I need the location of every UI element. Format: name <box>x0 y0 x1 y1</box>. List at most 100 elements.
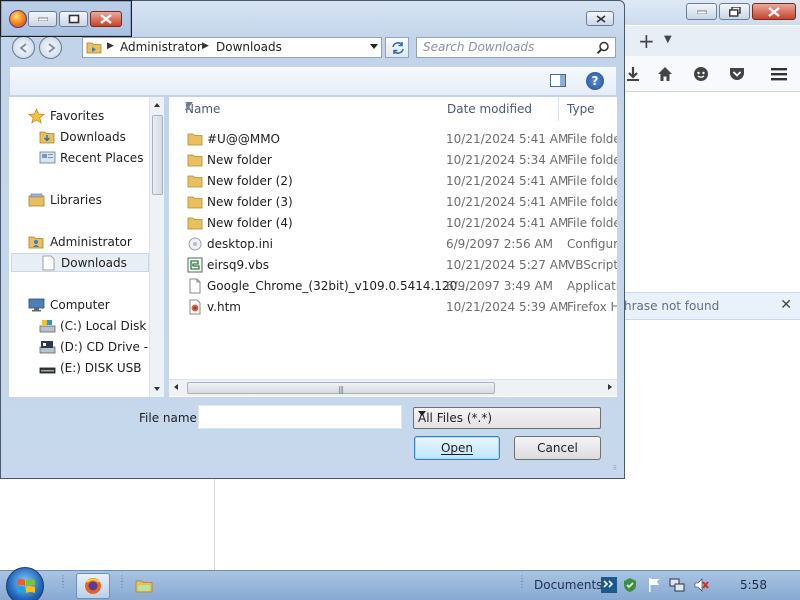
file-type: VBScript Script File <box>567 258 617 272</box>
file-date: 6/9/2097 3:49 AM <box>446 279 554 293</box>
nav-item-admin-downloads[interactable]: Downloads <box>11 253 149 272</box>
scroll-right-icon[interactable] <box>608 384 612 390</box>
find-bar-close-icon[interactable]: ✕ <box>780 297 792 313</box>
scroll-down-icon[interactable] <box>154 387 160 391</box>
firefox-restore-button[interactable] <box>719 3 750 20</box>
file-row[interactable]: New folder (3) 10/21/2024 5:41 AM File f… <box>179 192 617 212</box>
column-header-type[interactable]: Type <box>559 97 617 121</box>
documents-toolbar-label[interactable]: Documents <box>534 578 602 592</box>
start-button[interactable] <box>6 567 44 600</box>
search-input[interactable] <box>423 40 593 54</box>
new-tab-button[interactable]: + <box>638 29 655 53</box>
document-icon <box>189 278 201 294</box>
folder-location-icon <box>86 42 102 54</box>
file-name-input[interactable] <box>198 405 402 429</box>
show-more-chevron-icon[interactable] <box>601 577 617 593</box>
taskbar-grip: ⋮ ⋮ <box>118 574 126 589</box>
nav-label: Favorites <box>50 109 105 123</box>
recent-places-icon <box>39 151 56 164</box>
volume-muted-icon[interactable] <box>693 577 709 593</box>
close-button[interactable] <box>90 11 122 27</box>
taskbar-grip: ⋮ ⋮ <box>518 574 526 589</box>
command-bar: ? <box>9 66 617 96</box>
file-type: File folder <box>567 195 617 209</box>
refresh-button[interactable] <box>385 37 409 58</box>
breadcrumb-separator[interactable]: ▶ <box>202 41 209 51</box>
nav-item-recent-places[interactable]: Recent Places <box>9 149 149 168</box>
firefox-close-button[interactable] <box>752 3 796 20</box>
file-row[interactable]: Google_Chrome_(32bit)_v109.0.5414.120...… <box>179 276 617 296</box>
nav-item-favorites[interactable]: Favorites <box>9 107 149 126</box>
menu-icon[interactable] <box>770 65 788 83</box>
column-filter-dropdown-icon[interactable] <box>185 102 193 107</box>
file-date: 10/21/2024 5:41 AM <box>446 174 569 188</box>
cancel-button[interactable]: Cancel <box>514 436 601 460</box>
nav-item-cd-drive[interactable]: (D:) CD Drive - X1 <box>9 338 163 357</box>
file-row[interactable]: #U@@MMO 10/21/2024 5:41 AM File folder <box>179 129 617 149</box>
open-button[interactable]: Open <box>414 436 500 460</box>
address-bar[interactable]: ▶ Administrator ▶ Downloads <box>82 37 382 58</box>
search-box[interactable] <box>416 37 616 58</box>
scroll-up-icon[interactable] <box>154 103 160 107</box>
taskbar-clock[interactable]: 5:58 <box>740 578 767 592</box>
chat-icon[interactable] <box>692 65 710 83</box>
column-header-name[interactable]: Name ▲ <box>177 97 441 121</box>
help-button[interactable]: ? <box>586 72 604 90</box>
preview-pane-icon[interactable] <box>550 73 566 88</box>
folder-icon <box>187 175 203 188</box>
file-type-filter-select[interactable]: All Files (*.*) <box>413 407 601 429</box>
close-icon <box>100 14 112 24</box>
horizontal-scroll-thumb[interactable]: ||| <box>187 382 495 394</box>
back-button[interactable] <box>12 36 35 59</box>
nav-item-downloads[interactable]: Downloads <box>9 128 149 147</box>
column-header-date-modified[interactable]: Date modified <box>439 97 559 121</box>
file-name: v.htm <box>207 300 241 314</box>
home-icon[interactable] <box>656 65 674 83</box>
usb-disk-icon <box>39 367 56 374</box>
scroll-left-icon[interactable] <box>174 384 178 390</box>
maximize-button[interactable] <box>59 11 88 27</box>
file-row[interactable]: eirsq9.vbs 10/21/2024 5:27 AM VBScript S… <box>179 255 617 275</box>
dialog-close-button[interactable] <box>586 11 614 26</box>
nav-item-computer[interactable]: Computer <box>9 296 149 315</box>
address-dropdown-icon[interactable] <box>370 44 378 49</box>
file-row[interactable]: New folder (2) 10/21/2024 5:41 AM File f… <box>179 171 617 191</box>
file-name: #U@@MMO <box>207 132 280 146</box>
column-header-label: Date modified <box>447 102 533 116</box>
nav-item-administrator[interactable]: Administrator <box>9 233 149 252</box>
firefox-logo-icon <box>9 10 27 28</box>
security-shield-icon[interactable] <box>622 577 638 593</box>
blank-folder-icon <box>42 255 55 271</box>
breadcrumb-downloads[interactable]: Downloads <box>216 40 282 54</box>
minimize-button[interactable] <box>28 11 57 27</box>
file-row[interactable]: desktop.ini 6/9/2097 2:56 AM Configurati… <box>179 234 617 254</box>
file-row[interactable]: New folder (4) 10/21/2024 5:41 AM File f… <box>179 213 617 233</box>
file-open-dialog: ▶ Administrator ▶ Downloads ? Favorites … <box>0 0 625 479</box>
nav-item-libraries[interactable]: Libraries <box>9 191 149 210</box>
tab-list-chevron-icon[interactable]: ▼ <box>664 34 672 45</box>
nav-label: Libraries <box>50 193 102 207</box>
nav-pane-scrollbar[interactable] <box>149 97 164 397</box>
network-icon[interactable] <box>669 577 685 593</box>
folder-icon <box>187 196 203 209</box>
nav-scroll-thumb[interactable] <box>152 115 163 195</box>
file-row[interactable]: v.htm 10/21/2024 5:39 AM Firefox HTML Do… <box>179 297 617 317</box>
nav-item-disk-usb[interactable]: (E:) DISK USB <box>9 359 149 378</box>
resize-grip-icon[interactable]: ⠿ <box>613 466 618 472</box>
firefox-minimize-button[interactable] <box>686 3 717 20</box>
breadcrumb-separator[interactable]: ▶ <box>107 41 114 51</box>
file-list-horizontal-scrollbar[interactable]: ||| <box>169 379 617 396</box>
file-type: Firefox HTML Document <box>567 300 617 314</box>
nav-item-local-disk[interactable]: (C:) Local Disk <box>9 317 149 336</box>
download-icon[interactable] <box>624 65 642 83</box>
breadcrumb-administrator[interactable]: Administrator <box>120 40 202 54</box>
pocket-icon[interactable] <box>728 65 746 83</box>
taskbar-firefox-button[interactable] <box>76 573 110 599</box>
file-row[interactable]: New folder 10/21/2024 5:34 AM File folde… <box>179 150 617 170</box>
forward-button[interactable] <box>39 36 62 59</box>
action-center-flag-icon[interactable] <box>646 577 662 593</box>
file-date: 10/21/2024 5:41 AM <box>446 216 569 230</box>
open-button-label: Open <box>440 441 474 455</box>
taskbar-explorer-button[interactable] <box>128 573 162 599</box>
search-icon[interactable] <box>596 41 610 55</box>
